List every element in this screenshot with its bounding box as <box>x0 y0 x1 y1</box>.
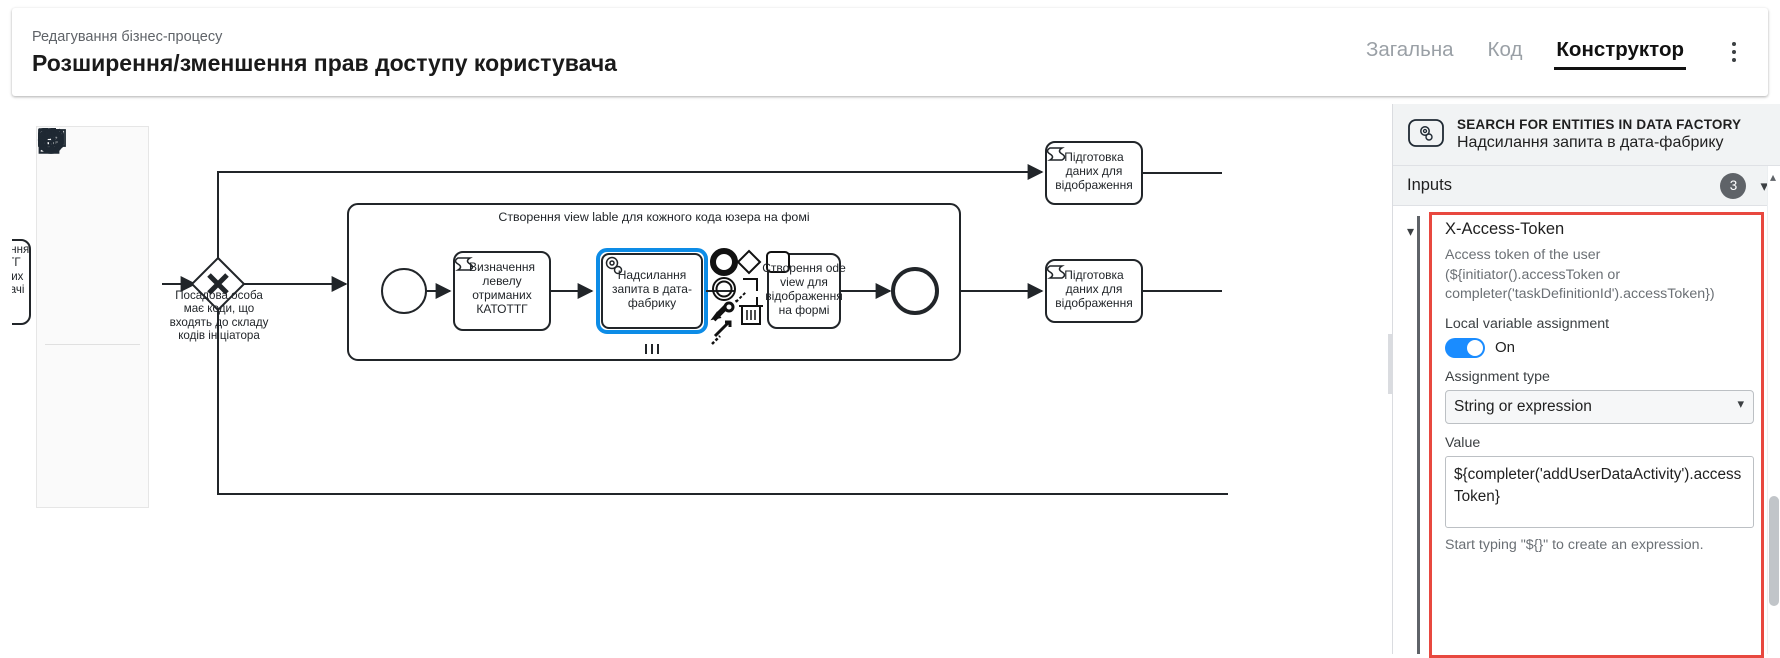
local-variable-toggle[interactable] <box>1445 337 1485 358</box>
task-label-prepare-top: Підготовка даних для відображення <box>1055 150 1133 192</box>
tree-guide-line <box>1417 216 1420 654</box>
kebab-menu-icon[interactable] <box>1722 37 1746 67</box>
lasso-tool-icon[interactable] <box>37 130 93 237</box>
panel-element-name: Надсилання запита в дата-фабрику <box>1457 133 1724 151</box>
gateway-icon[interactable] <box>37 128 93 559</box>
value-textarea[interactable] <box>1445 455 1754 528</box>
task-label-katottg: Визначення левелу отриманих КАТОТТГ <box>469 260 535 316</box>
properties-panel[interactable]: SEARCH FOR ENTITIES IN DATA FACTORY Надс… <box>1388 104 1780 658</box>
inputs-section-label: Inputs <box>1407 176 1452 194</box>
intermediate-event-icon[interactable] <box>37 128 93 455</box>
inputs-count-badge: 3 <box>1720 172 1747 199</box>
value-hint: Start typing "${}" to create an expressi… <box>1445 536 1704 553</box>
left-task-label-clipped: Визначення КАТОТТГ доступних для видачі <box>12 244 30 296</box>
bpmn-palette[interactable] <box>36 126 149 508</box>
local-variable-assignment-row: On <box>1445 337 1754 358</box>
panel-scrollbar[interactable]: ▴ <box>1767 166 1780 654</box>
subprocess-expanded-icon[interactable] <box>37 129 93 654</box>
subprocess-title: Створення view lable для кожного кода юз… <box>498 210 810 224</box>
assignment-type-label: Assignment type <box>1445 368 1550 385</box>
chevron-expand-icon[interactable]: ▾ <box>1407 223 1414 240</box>
bpmn-canvas[interactable]: Визначення КАТОТТГ доступних для видачі … <box>12 104 1392 654</box>
scrollbar-thumb[interactable] <box>1769 496 1779 606</box>
end-event-icon[interactable] <box>37 128 93 507</box>
task-icon[interactable] <box>37 129 93 611</box>
local-variable-toggle-state: On <box>1495 339 1516 357</box>
tab-kod[interactable]: Код <box>1488 38 1523 67</box>
service-task-gear-icon <box>1407 118 1445 151</box>
header-tabs: Загальна Код Конструктор <box>1366 8 1768 96</box>
palette-separator <box>45 344 140 345</box>
header-titles: Редагування бізнес-процесу Розширення/зм… <box>32 27 617 78</box>
bpmn-diagram-svg <box>12 141 1228 495</box>
input-name: X-Access-Token <box>1445 220 1565 238</box>
breadcrumb-eyebrow: Редагування бізнес-процесу <box>32 28 223 45</box>
value-label: Value <box>1445 434 1481 451</box>
assignment-type-select[interactable]: String or expression <box>1445 389 1754 424</box>
input-field-group: X-Access-Token Access token of the user … <box>1445 220 1754 555</box>
panel-header: SEARCH FOR ENTITIES IN DATA FACTORY Надс… <box>1393 104 1780 166</box>
gateway-label: Посадова особа має коди, що входять до с… <box>169 289 269 343</box>
start-event-icon[interactable] <box>37 128 93 403</box>
scroll-up-icon[interactable]: ▴ <box>1770 170 1776 184</box>
panel-element-type: SEARCH FOR ENTITIES IN DATA FACTORY <box>1457 116 1742 132</box>
tab-zagalna[interactable]: Загальна <box>1366 38 1454 67</box>
inputs-section-header[interactable]: Inputs 3 ▾ <box>1393 166 1780 206</box>
panel-header-texts: SEARCH FOR ENTITIES IN DATA FACTORY Надс… <box>1457 117 1741 153</box>
inputs-section-body: ▾ X-Access-Token Access token of the use… <box>1393 206 1780 658</box>
task-label-prepare-bottom: Підготовка даних для відображення <box>1055 268 1133 310</box>
page-title: Розширення/зменшення прав доступу корист… <box>32 49 617 76</box>
assignment-type-select-wrap: String or expression ▾ <box>1445 385 1754 424</box>
global-connect-tool-icon[interactable] <box>37 130 93 341</box>
app-header: Редагування бізнес-процесу Розширення/зм… <box>12 8 1768 96</box>
task-label-data-factory: Надсилання запита в дата-фабрику <box>612 268 692 310</box>
space-tool-icon[interactable] <box>37 130 93 289</box>
input-help-text: Access token of the user (${initiator().… <box>1445 247 1715 303</box>
local-variable-assignment-label: Local variable assignment <box>1445 315 1610 332</box>
task-label-code-view: Створення ode view для відображення на ф… <box>762 261 846 317</box>
tab-konstruktor[interactable]: Конструктор <box>1554 38 1686 70</box>
